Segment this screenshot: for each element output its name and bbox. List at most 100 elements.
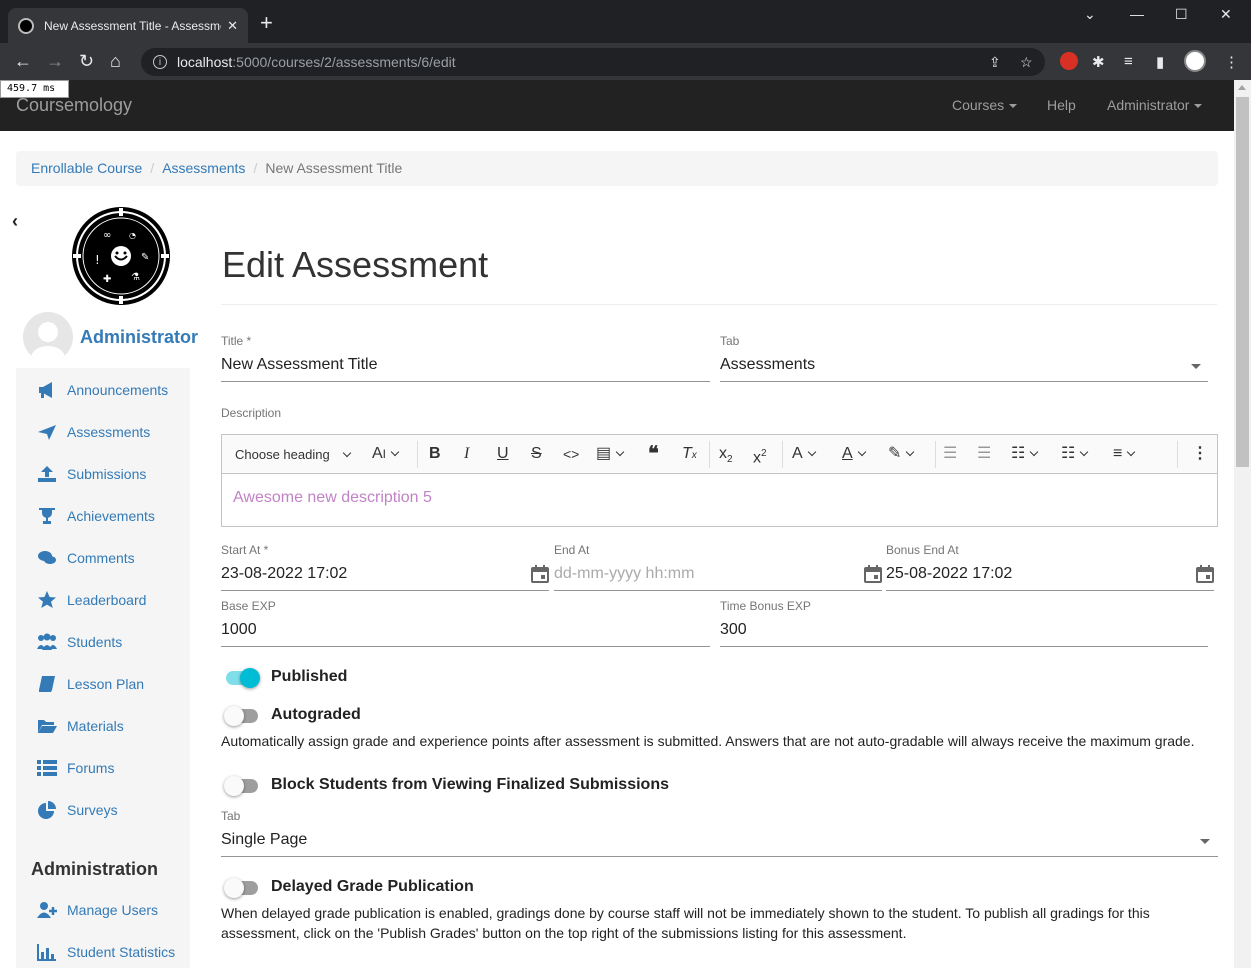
numbered-list-icon[interactable]: ☷: [1061, 445, 1089, 463]
superscript-icon[interactable]: x2: [753, 445, 767, 467]
font-family-icon[interactable]: A: [792, 445, 816, 463]
help-link[interactable]: Help: [1047, 97, 1076, 113]
bonus-end-at-input[interactable]: 25-08-2022 17:02: [886, 565, 1012, 583]
align-icon[interactable]: ≡: [1113, 445, 1136, 463]
share-icon[interactable]: ⇪: [989, 48, 1001, 76]
time-bonus-exp-input[interactable]: 300: [720, 621, 747, 639]
bookmark-star-icon[interactable]: ☆: [1020, 48, 1033, 76]
user-name-link[interactable]: Administrator: [80, 327, 198, 348]
new-tab-icon[interactable]: +: [260, 12, 273, 34]
more-options-icon[interactable]: ⋮: [1192, 445, 1208, 463]
sidebar-item-label: Students: [67, 634, 123, 650]
extension-red-icon[interactable]: [1060, 52, 1078, 70]
sidebar-item-leaderboard[interactable]: Leaderboard: [36, 588, 146, 612]
autograded-toggle[interactable]: [224, 706, 260, 726]
start-at-input[interactable]: 23-08-2022 17:02: [221, 565, 347, 583]
course-logo: ∞ ◔ ! ✎ ✚ ⚗: [72, 207, 170, 305]
bulleted-list-icon[interactable]: ☷: [1011, 445, 1039, 463]
subscript-icon[interactable]: x2: [719, 445, 733, 469]
browser-tab[interactable]: New Assessment Title - Assessments ✕: [8, 8, 248, 43]
default-avatar-icon: [31, 322, 65, 362]
published-toggle[interactable]: [224, 668, 260, 688]
page-scrollbar[interactable]: [1234, 80, 1251, 968]
time-bonus-exp-label: Time Bonus EXP: [720, 599, 811, 613]
address-bar[interactable]: i localhost:5000/courses/2/assessments/6…: [141, 48, 1045, 76]
reload-icon[interactable]: ↻: [79, 50, 94, 72]
forward-icon[interactable]: →: [46, 50, 64, 72]
minimize-icon[interactable]: —: [1130, 6, 1144, 22]
book-icon: [36, 674, 58, 694]
sidebar-item-achievements[interactable]: Achievements: [36, 504, 155, 528]
administrator-menu[interactable]: Administrator: [1107, 97, 1203, 113]
sidebar-item-submissions[interactable]: Submissions: [36, 462, 146, 486]
sidebar-item-forums[interactable]: Forums: [36, 756, 114, 780]
sidebar-item-lesson-plan[interactable]: Lesson Plan: [36, 672, 144, 696]
sidebar-item-assessments[interactable]: Assessments: [36, 420, 150, 444]
description-editor[interactable]: Choose heading AI B I U S <> ▤ ❝ Tx x2 x…: [221, 434, 1218, 527]
tab-search-icon[interactable]: ⌄: [1084, 6, 1096, 23]
calendar-icon[interactable]: [1196, 565, 1214, 583]
title-input[interactable]: New Assessment Title: [221, 356, 378, 374]
trophy-icon: [36, 506, 58, 526]
scroll-thumb[interactable]: [1236, 97, 1249, 467]
maximize-icon[interactable]: ☐: [1175, 6, 1188, 23]
breadcrumb-assessments-link[interactable]: Assessments: [162, 160, 245, 176]
end-at-input[interactable]: dd-mm-yyyy hh:mm: [554, 565, 694, 583]
display-tab-select[interactable]: Single Page: [221, 831, 307, 849]
profile-avatar-icon[interactable]: [1184, 50, 1206, 72]
sidebar-item-comments[interactable]: Comments: [36, 546, 135, 570]
bold-icon[interactable]: B: [429, 445, 441, 463]
remove-format-icon[interactable]: Tx: [682, 445, 697, 465]
sidebar-item-materials[interactable]: Materials: [36, 714, 124, 738]
code-block-icon[interactable]: ▤: [596, 445, 625, 463]
close-window-icon[interactable]: ✕: [1220, 6, 1232, 23]
breadcrumb: Enrollable Course / Assessments / New Assess…: [16, 151, 1218, 186]
start-at-underline: [221, 590, 549, 591]
heading-dropdown[interactable]: Choose heading: [235, 446, 351, 464]
indent-icon[interactable]: ☰: [977, 445, 991, 463]
courses-menu[interactable]: Courses: [952, 97, 1018, 113]
delayed-grade-help-line1: When delayed grade publication is enable…: [221, 905, 1150, 921]
tab-select[interactable]: Assessments: [720, 356, 815, 374]
star-icon: [36, 590, 58, 610]
highlight-icon[interactable]: ✎: [888, 445, 915, 463]
tab-close-icon[interactable]: ✕: [227, 18, 238, 34]
strikethrough-icon[interactable]: S: [531, 445, 542, 463]
sidebar-item-students[interactable]: Students: [36, 630, 122, 654]
description-text[interactable]: Awesome new description 5: [233, 489, 432, 507]
brand-link[interactable]: Coursemology: [16, 95, 132, 116]
sidebar-item-announcements[interactable]: Announcements: [36, 378, 168, 402]
code-icon[interactable]: <>: [563, 445, 579, 463]
sidebar-item-manage-users[interactable]: Manage Users: [36, 898, 158, 922]
blockquote-icon[interactable]: ❝: [648, 444, 659, 464]
calendar-icon[interactable]: [531, 565, 549, 583]
outdent-icon[interactable]: ☰: [943, 445, 957, 463]
font-color-icon[interactable]: A: [842, 445, 866, 463]
tab-title: New Assessment Title - Assessments: [44, 18, 221, 33]
base-exp-input[interactable]: 1000: [221, 621, 257, 639]
home-icon[interactable]: ⌂: [110, 50, 121, 72]
collapse-sidebar-icon[interactable]: ‹: [12, 211, 18, 232]
media-icon[interactable]: ≡: [1124, 53, 1133, 70]
dropdown-arrow-icon[interactable]: [1200, 839, 1210, 844]
delayed-grade-toggle[interactable]: [224, 878, 260, 898]
browser-menu-icon[interactable]: ⋮: [1224, 53, 1239, 71]
breadcrumb-course-link[interactable]: Enrollable Course: [31, 160, 142, 176]
side-panel-icon[interactable]: ▮: [1156, 53, 1164, 71]
calendar-icon[interactable]: [864, 565, 882, 583]
site-info-icon[interactable]: i: [153, 55, 167, 69]
scroll-up-icon[interactable]: [1238, 85, 1246, 90]
site-favicon-icon: [18, 17, 34, 34]
back-icon[interactable]: ←: [14, 50, 32, 72]
extensions-puzzle-icon[interactable]: ✱: [1092, 53, 1105, 71]
italic-icon[interactable]: I: [464, 445, 469, 463]
block-finalized-toggle[interactable]: [224, 776, 260, 796]
font-size-icon[interactable]: AI: [372, 445, 400, 463]
sidebar-item-student-statistics[interactable]: Student Statistics: [36, 940, 175, 964]
user-avatar[interactable]: [23, 312, 73, 362]
svg-text:◔: ◔: [129, 231, 136, 240]
dropdown-arrow-icon[interactable]: [1191, 364, 1201, 369]
underline-icon[interactable]: U: [497, 445, 509, 463]
url-host: localhost: [177, 54, 233, 70]
sidebar-item-surveys[interactable]: Surveys: [36, 798, 118, 822]
